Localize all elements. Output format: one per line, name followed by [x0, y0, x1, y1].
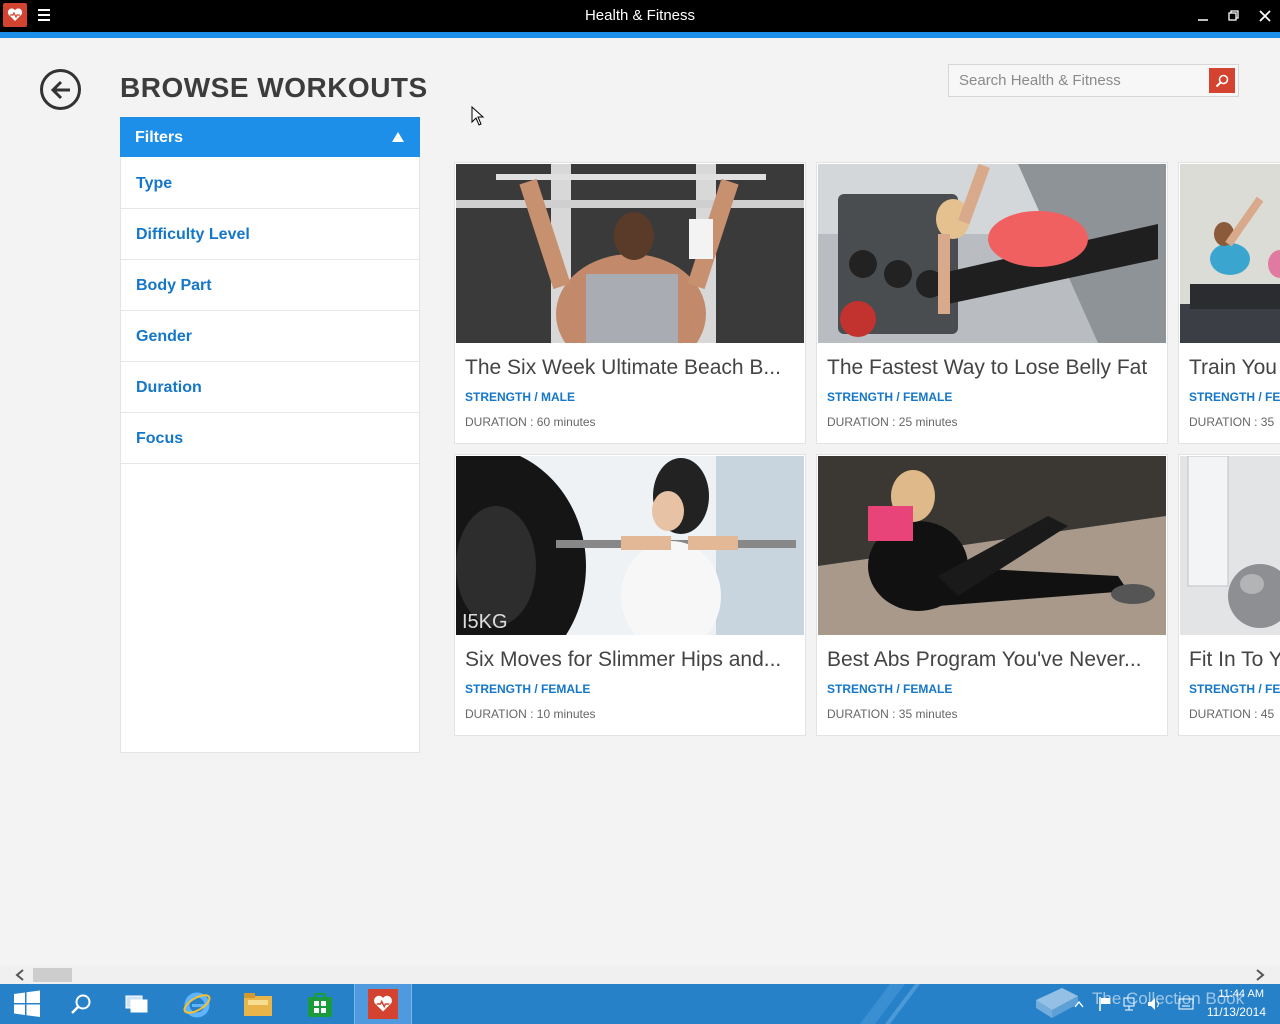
folder-icon: [244, 993, 272, 1016]
workout-image: [818, 456, 1166, 635]
workout-duration: DURATION : 60 minutes: [465, 415, 596, 429]
store-button[interactable]: [293, 984, 347, 1024]
filter-difficulty-level[interactable]: Difficulty Level: [121, 209, 419, 260]
start-button[interactable]: [0, 984, 54, 1024]
restore-button[interactable]: [1218, 0, 1250, 32]
workout-category: STRENGTH / FEMALE: [827, 390, 953, 404]
workout-card[interactable]: I5KG Six Moves for Slimmer Hips and... S…: [454, 454, 806, 736]
search-box: [948, 64, 1239, 97]
clock-date[interactable]: 11/13/2014: [1207, 1005, 1266, 1019]
workout-category: STRENGTH / FE: [1189, 390, 1280, 404]
workout-title: Fit In To Y: [1189, 648, 1280, 671]
workout-category: STRENGTH / FEMALE: [465, 682, 591, 696]
back-button[interactable]: [40, 69, 81, 110]
workout-title: Train You: [1189, 356, 1277, 379]
workout-category: STRENGTH / FEMALE: [827, 682, 953, 696]
search-button[interactable]: [1209, 68, 1235, 93]
accent-bar: [0, 32, 1280, 38]
window-title: Health & Fitness: [584, 7, 696, 24]
search-icon: [1215, 74, 1229, 87]
workout-image: [1180, 164, 1280, 343]
task-view-icon: [125, 995, 148, 1013]
filter-type[interactable]: Type: [121, 158, 419, 209]
health-fitness-taskbar-button[interactable]: [354, 984, 412, 1024]
scroll-right-icon[interactable]: [1254, 969, 1266, 981]
scroll-thumb[interactable]: [33, 968, 72, 982]
internet-explorer-icon: [183, 992, 211, 1018]
workout-title: The Fastest Way to Lose Belly Fat: [827, 356, 1148, 379]
workout-card[interactable]: Train You STRENGTH / FE DURATION : 35: [1178, 162, 1280, 444]
workout-image: I5KG: [456, 456, 804, 635]
filters-heading: Filters: [135, 129, 184, 146]
workout-image: [818, 164, 1166, 343]
workout-image: [456, 164, 804, 343]
clock-time[interactable]: 11:44 AM: [1218, 988, 1264, 1000]
show-hidden-icons-icon[interactable]: [1074, 1000, 1084, 1008]
workout-card[interactable]: Fit In To Y STRENGTH / FE DURATION : 45: [1178, 454, 1280, 736]
taskbar-search-button[interactable]: [54, 984, 108, 1024]
filter-body-part[interactable]: Body Part: [121, 260, 419, 311]
workout-image: [1180, 456, 1280, 635]
svg-text:I5KG: I5KG: [462, 611, 508, 633]
workout-title: The Six Week Ultimate Beach B...: [465, 356, 781, 379]
decorative-stripes-icon: [860, 984, 920, 1024]
internet-explorer-button[interactable]: [170, 984, 224, 1024]
close-button[interactable]: [1249, 0, 1280, 32]
search-input[interactable]: [949, 65, 1209, 96]
keyboard-icon[interactable]: [1178, 997, 1194, 1011]
workout-card[interactable]: Best Abs Program You've Never... STRENGT…: [816, 454, 1168, 736]
horizontal-scrollbar[interactable]: [0, 966, 1280, 984]
search-icon: [71, 994, 91, 1014]
minimize-button[interactable]: [1187, 0, 1219, 32]
page-title: BROWSE WORKOUTS: [120, 72, 428, 103]
action-center-flag-icon[interactable]: [1098, 996, 1112, 1012]
filters-panel: Filters Type Difficulty Level Body Part …: [120, 117, 420, 753]
filters-header[interactable]: Filters: [120, 117, 420, 157]
file-explorer-button[interactable]: [231, 984, 285, 1024]
workout-duration: DURATION : 25 minutes: [827, 415, 958, 429]
heart-icon: [368, 989, 398, 1019]
store-bag-icon: [308, 993, 332, 1017]
filter-duration[interactable]: Duration: [121, 362, 419, 413]
workout-duration: DURATION : 35 minutes: [827, 707, 958, 721]
workout-title: Best Abs Program You've Never...: [827, 648, 1142, 671]
workout-card[interactable]: The Fastest Way to Lose Belly Fat STRENG…: [816, 162, 1168, 444]
scroll-left-icon[interactable]: [14, 969, 26, 981]
workout-category: STRENGTH / MALE: [465, 390, 575, 404]
windows-logo-icon: [14, 990, 40, 1017]
workout-category: STRENGTH / FE: [1189, 682, 1280, 696]
filter-gender[interactable]: Gender: [121, 311, 419, 362]
workout-title: Six Moves for Slimmer Hips and...: [465, 648, 782, 671]
title-bar: Health & Fitness: [0, 0, 1280, 32]
filter-list: Type Difficulty Level Body Part Gender D…: [121, 158, 419, 464]
workout-duration: DURATION : 10 minutes: [465, 707, 596, 721]
filter-focus[interactable]: Focus: [121, 413, 419, 464]
workout-duration: DURATION : 45: [1189, 707, 1275, 721]
back-arrow-icon: [50, 80, 70, 99]
workout-card[interactable]: The Six Week Ultimate Beach B... STRENGT…: [454, 162, 806, 444]
taskbar: The Collection Book 11:44 AM 11/13/2014: [0, 984, 1280, 1024]
volume-icon[interactable]: [1146, 996, 1162, 1012]
network-icon[interactable]: [1122, 996, 1138, 1012]
task-view-button[interactable]: [110, 984, 164, 1024]
collapse-triangle-icon[interactable]: [392, 132, 404, 142]
mouse-cursor-icon: [471, 106, 485, 126]
workout-duration: DURATION : 35: [1189, 415, 1275, 429]
